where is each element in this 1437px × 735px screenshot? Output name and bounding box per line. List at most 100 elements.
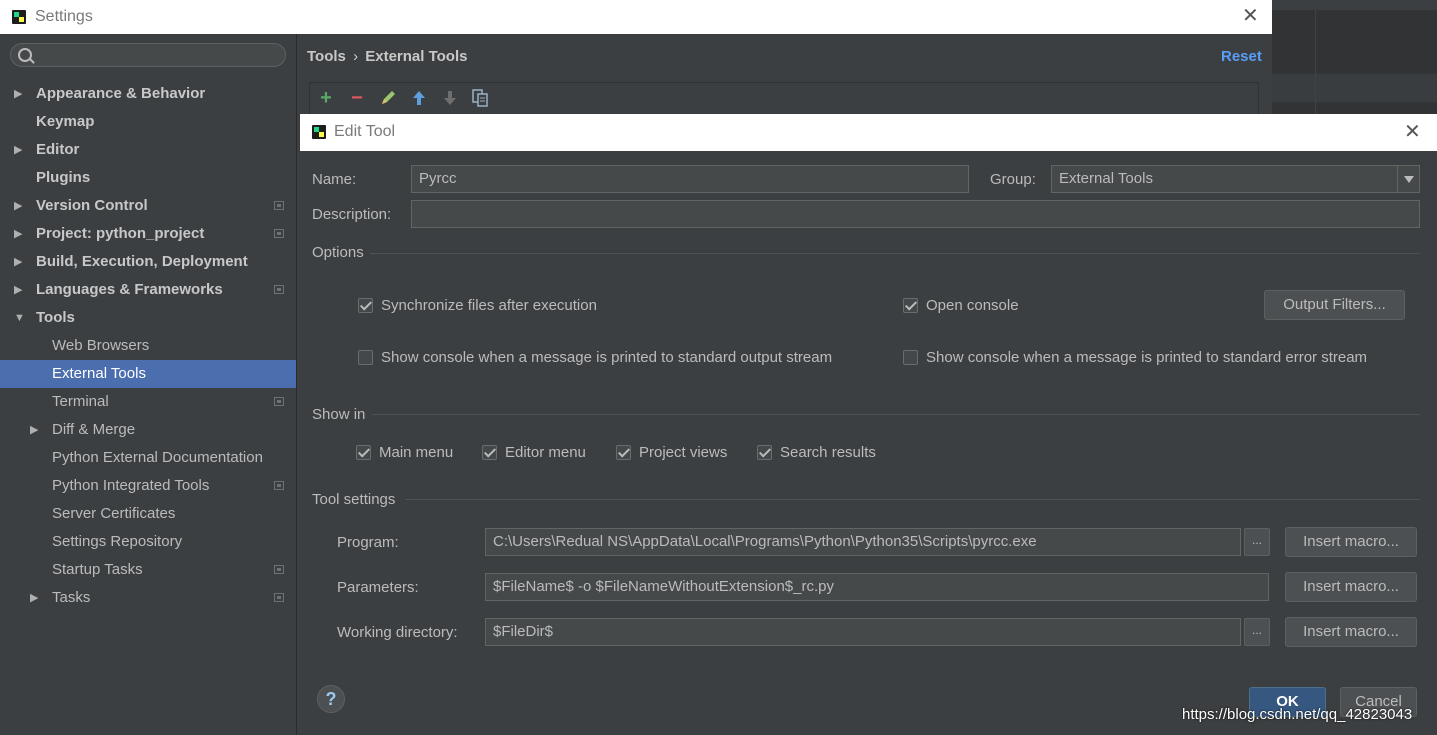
sidebar-item-languages-frameworks[interactable]: ▶ Languages & Frameworks <box>0 276 296 304</box>
sidebar-item-label: Terminal <box>52 393 109 410</box>
project-views-checkbox[interactable] <box>616 445 631 460</box>
reset-link[interactable]: Reset <box>1221 48 1262 65</box>
sidebar-item-tasks[interactable]: ▶ Tasks <box>0 584 296 612</box>
working-directory-input[interactable]: $FileDir$ <box>485 618 1241 646</box>
sidebar-item-appearance-behavior[interactable]: ▶ Appearance & Behavior <box>0 80 296 108</box>
sidebar-item-label: Tasks <box>52 589 91 606</box>
sidebar-item-label: Editor <box>36 141 80 158</box>
show-in-divider <box>372 414 1420 415</box>
sidebar-item-label: Diff & Merge <box>52 421 136 438</box>
collapsed-arrow-icon[interactable]: ▶ <box>30 416 42 444</box>
sidebar-item-diff-merge[interactable]: ▶ Diff & Merge <box>0 416 296 444</box>
project-views-label: Project views <box>639 444 728 461</box>
project-level-icon <box>274 593 284 602</box>
working-directory-insert-macro-button[interactable]: Insert macro... <box>1285 617 1417 647</box>
sidebar-item-startup-tasks[interactable]: Startup Tasks <box>0 556 296 584</box>
description-input[interactable] <box>411 200 1420 228</box>
sync-files-checkbox[interactable] <box>358 298 373 313</box>
sidebar-item-label: Web Browsers <box>52 337 150 354</box>
add-icon[interactable]: + <box>317 88 335 108</box>
group-select[interactable]: External Tools <box>1051 165 1420 193</box>
project-level-icon <box>274 201 284 210</box>
program-label: Program: <box>337 534 399 551</box>
description-label: Description: <box>312 206 392 223</box>
group-select-value: External Tools <box>1059 170 1153 187</box>
main-menu-label: Main menu <box>379 444 454 461</box>
settings-sidebar: ▶ Appearance & Behavior Keymap ▶ Editor Plugi… <box>0 34 297 735</box>
output-filters-button[interactable]: Output Filters... <box>1264 290 1405 320</box>
name-input[interactable]: Pyrcc <box>411 165 969 193</box>
help-button[interactable]: ? <box>317 685 345 713</box>
sidebar-item-editor[interactable]: ▶ Editor <box>0 136 296 164</box>
program-input[interactable]: C:\Users\Redual NS\AppData\Local\Program… <box>485 528 1241 556</box>
sidebar-item-build-execution-deployment[interactable]: ▶ Build, Execution, Deployment <box>0 248 296 276</box>
sidebar-item-version-control[interactable]: ▶ Version Control <box>0 192 296 220</box>
sidebar-item-label: Version Control <box>36 197 148 214</box>
show-console-stderr-label: Show console when a message is printed t… <box>926 349 1368 366</box>
sidebar-item-label: Python Integrated Tools <box>52 477 210 494</box>
open-console-checkbox[interactable] <box>903 298 918 313</box>
remove-icon[interactable]: − <box>348 88 366 108</box>
sidebar-item-label: Appearance & Behavior <box>36 85 206 102</box>
show-console-stderr-checkbox[interactable] <box>903 350 918 365</box>
settings-close-icon[interactable]: ✕ <box>1242 6 1259 26</box>
collapsed-arrow-icon[interactable]: ▶ <box>14 248 26 276</box>
sidebar-item-project-python-project[interactable]: ▶ Project: python_project <box>0 220 296 248</box>
collapsed-arrow-icon[interactable]: ▶ <box>14 276 26 304</box>
group-label: Group: <box>990 171 1036 188</box>
move-down-icon[interactable] <box>441 88 459 108</box>
sidebar-item-settings-repository[interactable]: Settings Repository <box>0 528 296 556</box>
name-label: Name: <box>312 171 357 188</box>
sidebar-item-external-tools[interactable]: External Tools <box>0 360 296 388</box>
working-directory-browse-button[interactable]: ... <box>1244 618 1270 646</box>
sidebar-item-tools[interactable]: ▼ Tools <box>0 304 296 332</box>
sidebar-item-python-external-documentation[interactable]: Python External Documentation <box>0 444 296 472</box>
settings-search-input[interactable] <box>10 43 286 67</box>
sidebar-item-label: Settings Repository <box>52 533 183 550</box>
collapsed-arrow-icon[interactable]: ▶ <box>14 220 26 248</box>
open-console-label: Open console <box>926 297 1019 314</box>
parameters-input[interactable]: $FileName$ -o $FileNameWithoutExtension$… <box>485 573 1269 601</box>
editor-menu-checkbox[interactable] <box>482 445 497 460</box>
show-console-stdout-checkbox[interactable] <box>358 350 373 365</box>
collapsed-arrow-icon[interactable]: ▶ <box>14 80 26 108</box>
project-level-icon <box>274 397 284 406</box>
program-browse-button[interactable]: ... <box>1244 528 1270 556</box>
project-level-icon <box>274 565 284 574</box>
search-results-label: Search results <box>780 444 876 461</box>
collapsed-arrow-icon[interactable]: ▶ <box>14 192 26 220</box>
breadcrumb-parent[interactable]: Tools <box>307 48 346 65</box>
sidebar-item-keymap[interactable]: Keymap <box>0 108 296 136</box>
search-icon <box>18 48 32 62</box>
breadcrumb-current: External Tools <box>365 48 468 65</box>
editor-menu-label: Editor menu <box>505 444 586 461</box>
program-insert-macro-button[interactable]: Insert macro... <box>1285 527 1417 557</box>
edit-icon[interactable] <box>379 88 397 108</box>
search-results-checkbox[interactable] <box>757 445 772 460</box>
sidebar-item-label: Plugins <box>36 169 91 186</box>
parameters-insert-macro-button[interactable]: Insert macro... <box>1285 572 1417 602</box>
parameters-label: Parameters: <box>337 579 419 596</box>
chevron-down-icon[interactable] <box>1397 166 1419 192</box>
collapsed-arrow-icon[interactable]: ▶ <box>14 136 26 164</box>
move-up-icon[interactable] <box>410 88 428 108</box>
sidebar-item-python-integrated-tools[interactable]: Python Integrated Tools <box>0 472 296 500</box>
sidebar-item-plugins[interactable]: Plugins <box>0 164 296 192</box>
sidebar-item-web-browsers[interactable]: Web Browsers <box>0 332 296 360</box>
dialog-close-icon[interactable]: ✕ <box>1404 122 1421 142</box>
project-level-icon <box>274 229 284 238</box>
collapsed-arrow-icon[interactable]: ▶ <box>30 584 42 612</box>
sidebar-item-label: Keymap <box>36 113 95 130</box>
copy-icon[interactable] <box>471 88 489 108</box>
sidebar-item-label: Startup Tasks <box>52 561 143 578</box>
tool-settings-section-title: Tool settings <box>312 491 396 508</box>
pycharm-app-icon <box>312 125 326 139</box>
main-menu-checkbox[interactable] <box>356 445 371 460</box>
background-ide-row <box>1272 74 1437 102</box>
sidebar-item-server-certificates[interactable]: Server Certificates <box>0 500 296 528</box>
expanded-arrow-icon[interactable]: ▼ <box>14 304 26 332</box>
sidebar-item-terminal[interactable]: Terminal <box>0 388 296 416</box>
breadcrumb-separator: › <box>353 48 359 65</box>
sidebar-item-label: Build, Execution, Deployment <box>36 253 248 270</box>
working-directory-label: Working directory: <box>337 624 458 641</box>
